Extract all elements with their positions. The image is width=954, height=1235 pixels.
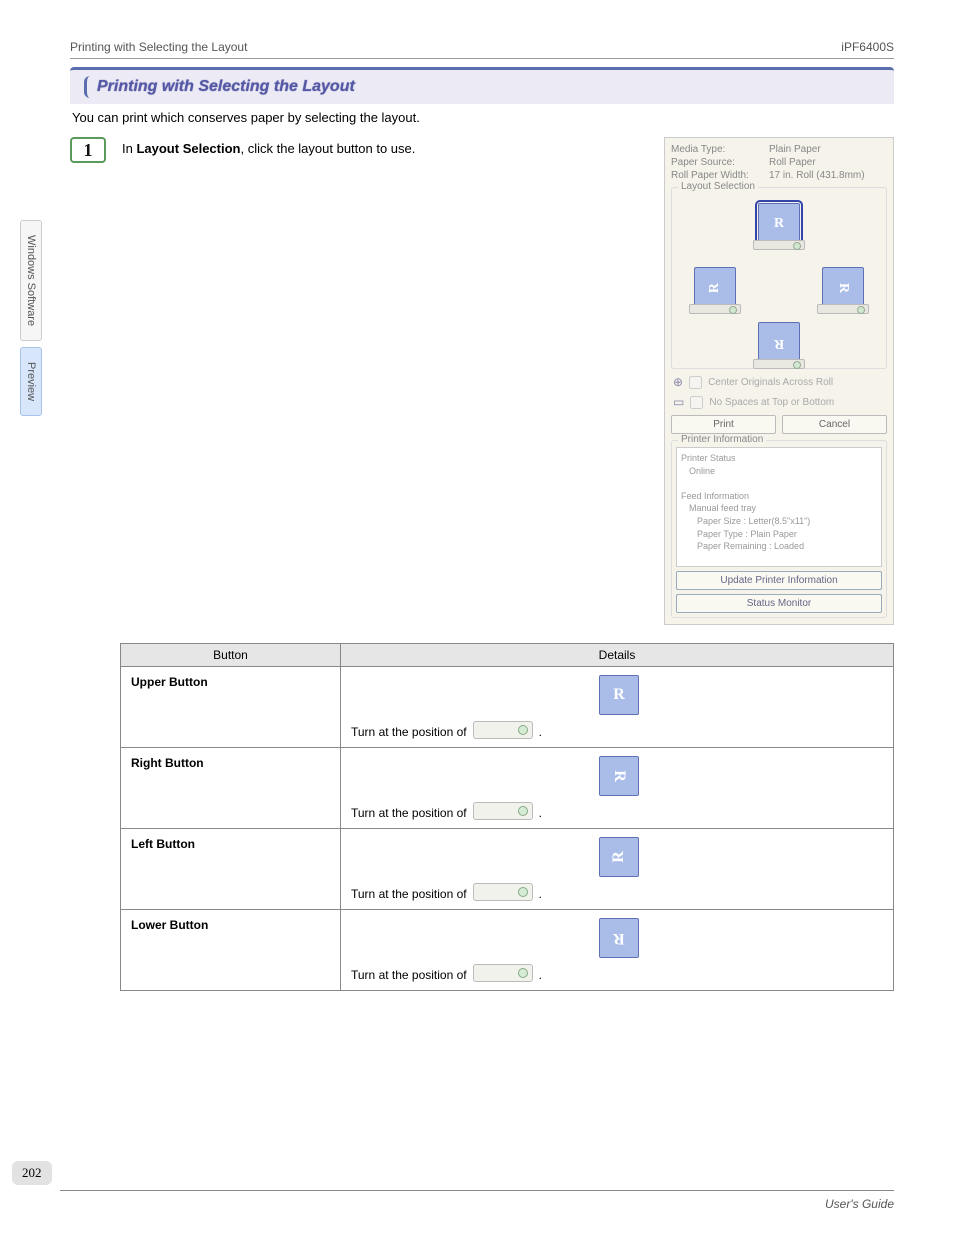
status-monitor-button[interactable]: Status Monitor <box>676 594 882 613</box>
side-tab-preview[interactable]: Preview <box>20 347 42 416</box>
layout-selection-title: Layout Selection <box>678 181 758 192</box>
detail-prefix: Turn at the position of <box>351 887 467 901</box>
detail-cell: R Turn at the position of . <box>341 667 894 748</box>
side-tabs: Windows Software Preview <box>20 220 42 416</box>
detail-cell: R Turn at the position of . <box>341 829 894 910</box>
page-title: Printing with Selecting the Layout <box>84 76 365 98</box>
roll-icon <box>473 883 533 901</box>
detail-cell: R Turn at the position of . <box>341 910 894 991</box>
feed-l1: Manual feed tray <box>681 502 877 515</box>
top-bar: Printing with Selecting the Layout iPF64… <box>70 40 894 59</box>
col-button: Button <box>121 644 341 667</box>
step-number: 1 <box>70 137 106 163</box>
detail-prefix: Turn at the position of <box>351 968 467 982</box>
r-glyph-icon: R <box>613 686 625 704</box>
col-details: Details <box>341 644 894 667</box>
detail-prefix: Turn at the position of <box>351 806 467 820</box>
printer-status-box: Printer Status Online Feed Information M… <box>676 447 882 567</box>
media-type-label: Media Type: <box>671 144 761 155</box>
printer-info-group: Printer Information Printer Status Onlin… <box>671 440 887 618</box>
page-number: 202 <box>12 1161 52 1185</box>
footer: User's Guide <box>60 1190 894 1211</box>
layout-upper-button[interactable]: R <box>758 203 800 245</box>
roll-width-value: 17 in. Roll (431.8mm) <box>769 170 865 181</box>
r-glyph-icon: R <box>613 929 625 947</box>
feed-l2: Paper Size : Letter(8.5"x11") <box>681 515 877 528</box>
r-glyph-icon: R <box>835 283 851 293</box>
layout-lower-button[interactable]: R <box>758 322 800 364</box>
intro-text: You can print which conserves paper by s… <box>72 110 892 125</box>
center-icon: ⊕ <box>673 375 683 389</box>
step-suffix: , click the layout button to use. <box>241 141 416 156</box>
detail-suffix: . <box>539 806 542 820</box>
chk-nospace-label: No Spaces at Top or Bottom <box>709 397 834 408</box>
detail-cell: R Turn at the position of . <box>341 748 894 829</box>
r-glyph-icon: R <box>774 216 784 232</box>
button-name-cell: Left Button <box>121 829 341 910</box>
table-row: Upper Button R Turn at the position of . <box>121 667 894 748</box>
roll-icon <box>473 964 533 982</box>
detail-suffix: . <box>539 968 542 982</box>
print-button[interactable]: Print <box>671 415 776 434</box>
roll-icon <box>473 802 533 820</box>
step-prefix: In <box>122 141 136 156</box>
detail-suffix: . <box>539 725 542 739</box>
table-row: Lower Button R Turn at the position of . <box>121 910 894 991</box>
title-bar: Printing with Selecting the Layout <box>70 67 894 104</box>
center-originals-checkbox[interactable]: ⊕ Center Originals Across Roll <box>673 375 885 389</box>
breadcrumb: Printing with Selecting the Layout <box>70 40 247 54</box>
step-bold: Layout Selection <box>136 141 240 156</box>
chk-center-label: Center Originals Across Roll <box>708 377 833 388</box>
status-title: Printer Status <box>681 452 877 465</box>
r-glyph-icon: R <box>707 283 723 293</box>
side-tab-windows-software[interactable]: Windows Software <box>20 220 42 341</box>
feed-l3: Paper Type : Plain Paper <box>681 528 877 541</box>
layout-detail-table: Button Details Upper Button R Turn at the … <box>120 643 894 991</box>
nospace-icon: ▭ <box>673 395 684 409</box>
detail-prefix: Turn at the position of <box>351 725 467 739</box>
update-printer-button[interactable]: Update Printer Information <box>676 571 882 590</box>
button-name-cell: Lower Button <box>121 910 341 991</box>
layout-selection-group: Layout Selection R R R R <box>671 187 887 369</box>
roll-title: Roll Paper 1 <box>681 565 877 567</box>
r-glyph-icon: R <box>610 851 628 863</box>
roll-icon <box>473 721 533 739</box>
feed-l4: Paper Remaining : Loaded <box>681 540 877 553</box>
r-glyph-icon: R <box>774 335 784 351</box>
button-name-cell: Upper Button <box>121 667 341 748</box>
paper-source-value: Roll Paper <box>769 157 816 168</box>
layout-left-button[interactable]: R <box>694 267 736 309</box>
step-text: In Layout Selection, click the layout bu… <box>122 137 648 156</box>
paper-source-label: Paper Source: <box>671 157 761 168</box>
status-online: Online <box>681 465 877 478</box>
table-row: Right Button R Turn at the position of . <box>121 748 894 829</box>
roll-width-label: Roll Paper Width: <box>671 170 761 181</box>
cancel-button[interactable]: Cancel <box>782 415 887 434</box>
detail-suffix: . <box>539 887 542 901</box>
printer-info-title: Printer Information <box>678 434 766 445</box>
table-row: Left Button R Turn at the position of . <box>121 829 894 910</box>
no-spaces-checkbox[interactable]: ▭ No Spaces at Top or Bottom <box>673 395 885 409</box>
chk-center[interactable] <box>689 376 702 389</box>
layout-dialog: Media Type: Plain Paper Paper Source: Roll… <box>664 137 894 625</box>
feed-title: Feed Information <box>681 490 877 503</box>
model-label: iPF6400S <box>841 40 894 54</box>
r-glyph-icon: R <box>610 770 628 782</box>
step-row: 1 In Layout Selection, click the layout … <box>70 137 894 625</box>
media-type-value: Plain Paper <box>769 144 821 155</box>
chk-nospace[interactable] <box>690 396 703 409</box>
layout-right-button[interactable]: R <box>822 267 864 309</box>
button-name-cell: Right Button <box>121 748 341 829</box>
